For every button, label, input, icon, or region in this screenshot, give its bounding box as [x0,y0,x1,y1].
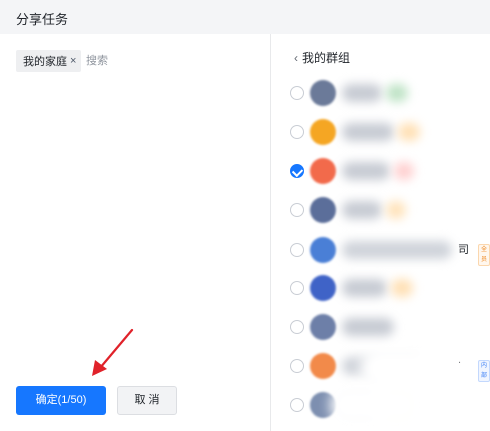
group-avatar [310,353,336,379]
group-avatar [310,275,336,301]
dialog-header: 分享任务 [0,0,490,34]
blurred-group-name [342,84,382,102]
blurred-group-name [342,123,394,141]
blur-overlay [360,348,460,388]
group-row[interactable] [290,313,490,341]
search-input[interactable] [86,51,256,71]
group-row[interactable] [290,157,490,185]
group-avatar [310,119,336,145]
group-name-suffix: 司 [458,244,469,256]
group-type-badge: 全员 [478,244,490,266]
close-icon[interactable]: × [70,55,76,67]
blurred-group-name [386,201,406,219]
blurred-group-name [342,162,390,180]
group-type-badge: 内部 [478,360,490,382]
selected-tag-my-family: 我的家庭 × [16,50,82,72]
confirm-button[interactable]: 确定(1/50) [16,386,106,415]
group-row[interactable] [290,274,490,302]
radio-unchecked-icon[interactable] [290,243,304,257]
blur-overlay [330,385,420,425]
radio-unchecked-icon[interactable] [290,125,304,139]
blurred-group-name [386,84,408,102]
blurred-group-name [391,279,413,297]
blurred-group-name [342,279,387,297]
group-avatar [310,314,336,340]
radio-unchecked-icon[interactable] [290,398,304,412]
radio-unchecked-icon[interactable] [290,281,304,295]
radio-unchecked-icon[interactable] [290,320,304,334]
radio-checked-icon[interactable] [290,164,304,178]
cancel-button[interactable]: 取 消 [117,386,177,415]
annotation-arrow-icon [92,328,134,376]
chevron-left-icon: ‹ [294,50,298,65]
radio-unchecked-icon[interactable] [290,86,304,100]
selected-tag-label: 我的家庭 [23,56,67,68]
blurred-group-name [342,241,452,259]
radio-unchecked-icon[interactable] [290,359,304,373]
blurred-group-name [398,123,420,141]
blurred-group-name [394,162,414,180]
blurred-group-name [342,318,394,336]
group-row[interactable] [290,118,490,146]
group-row[interactable]: 司全员 [290,236,490,266]
group-avatar [310,197,336,223]
dialog-title: 分享任务 [16,12,69,27]
group-avatar [310,237,336,263]
group-row[interactable] [290,196,490,224]
group-row[interactable] [290,79,490,107]
group-list-title: 我的群组 [302,51,351,65]
blurred-group-name [342,201,382,219]
group-avatar [310,158,336,184]
group-back-link[interactable]: ‹ 我的群组 [294,49,350,66]
radio-unchecked-icon[interactable] [290,203,304,217]
group-avatar [310,80,336,106]
